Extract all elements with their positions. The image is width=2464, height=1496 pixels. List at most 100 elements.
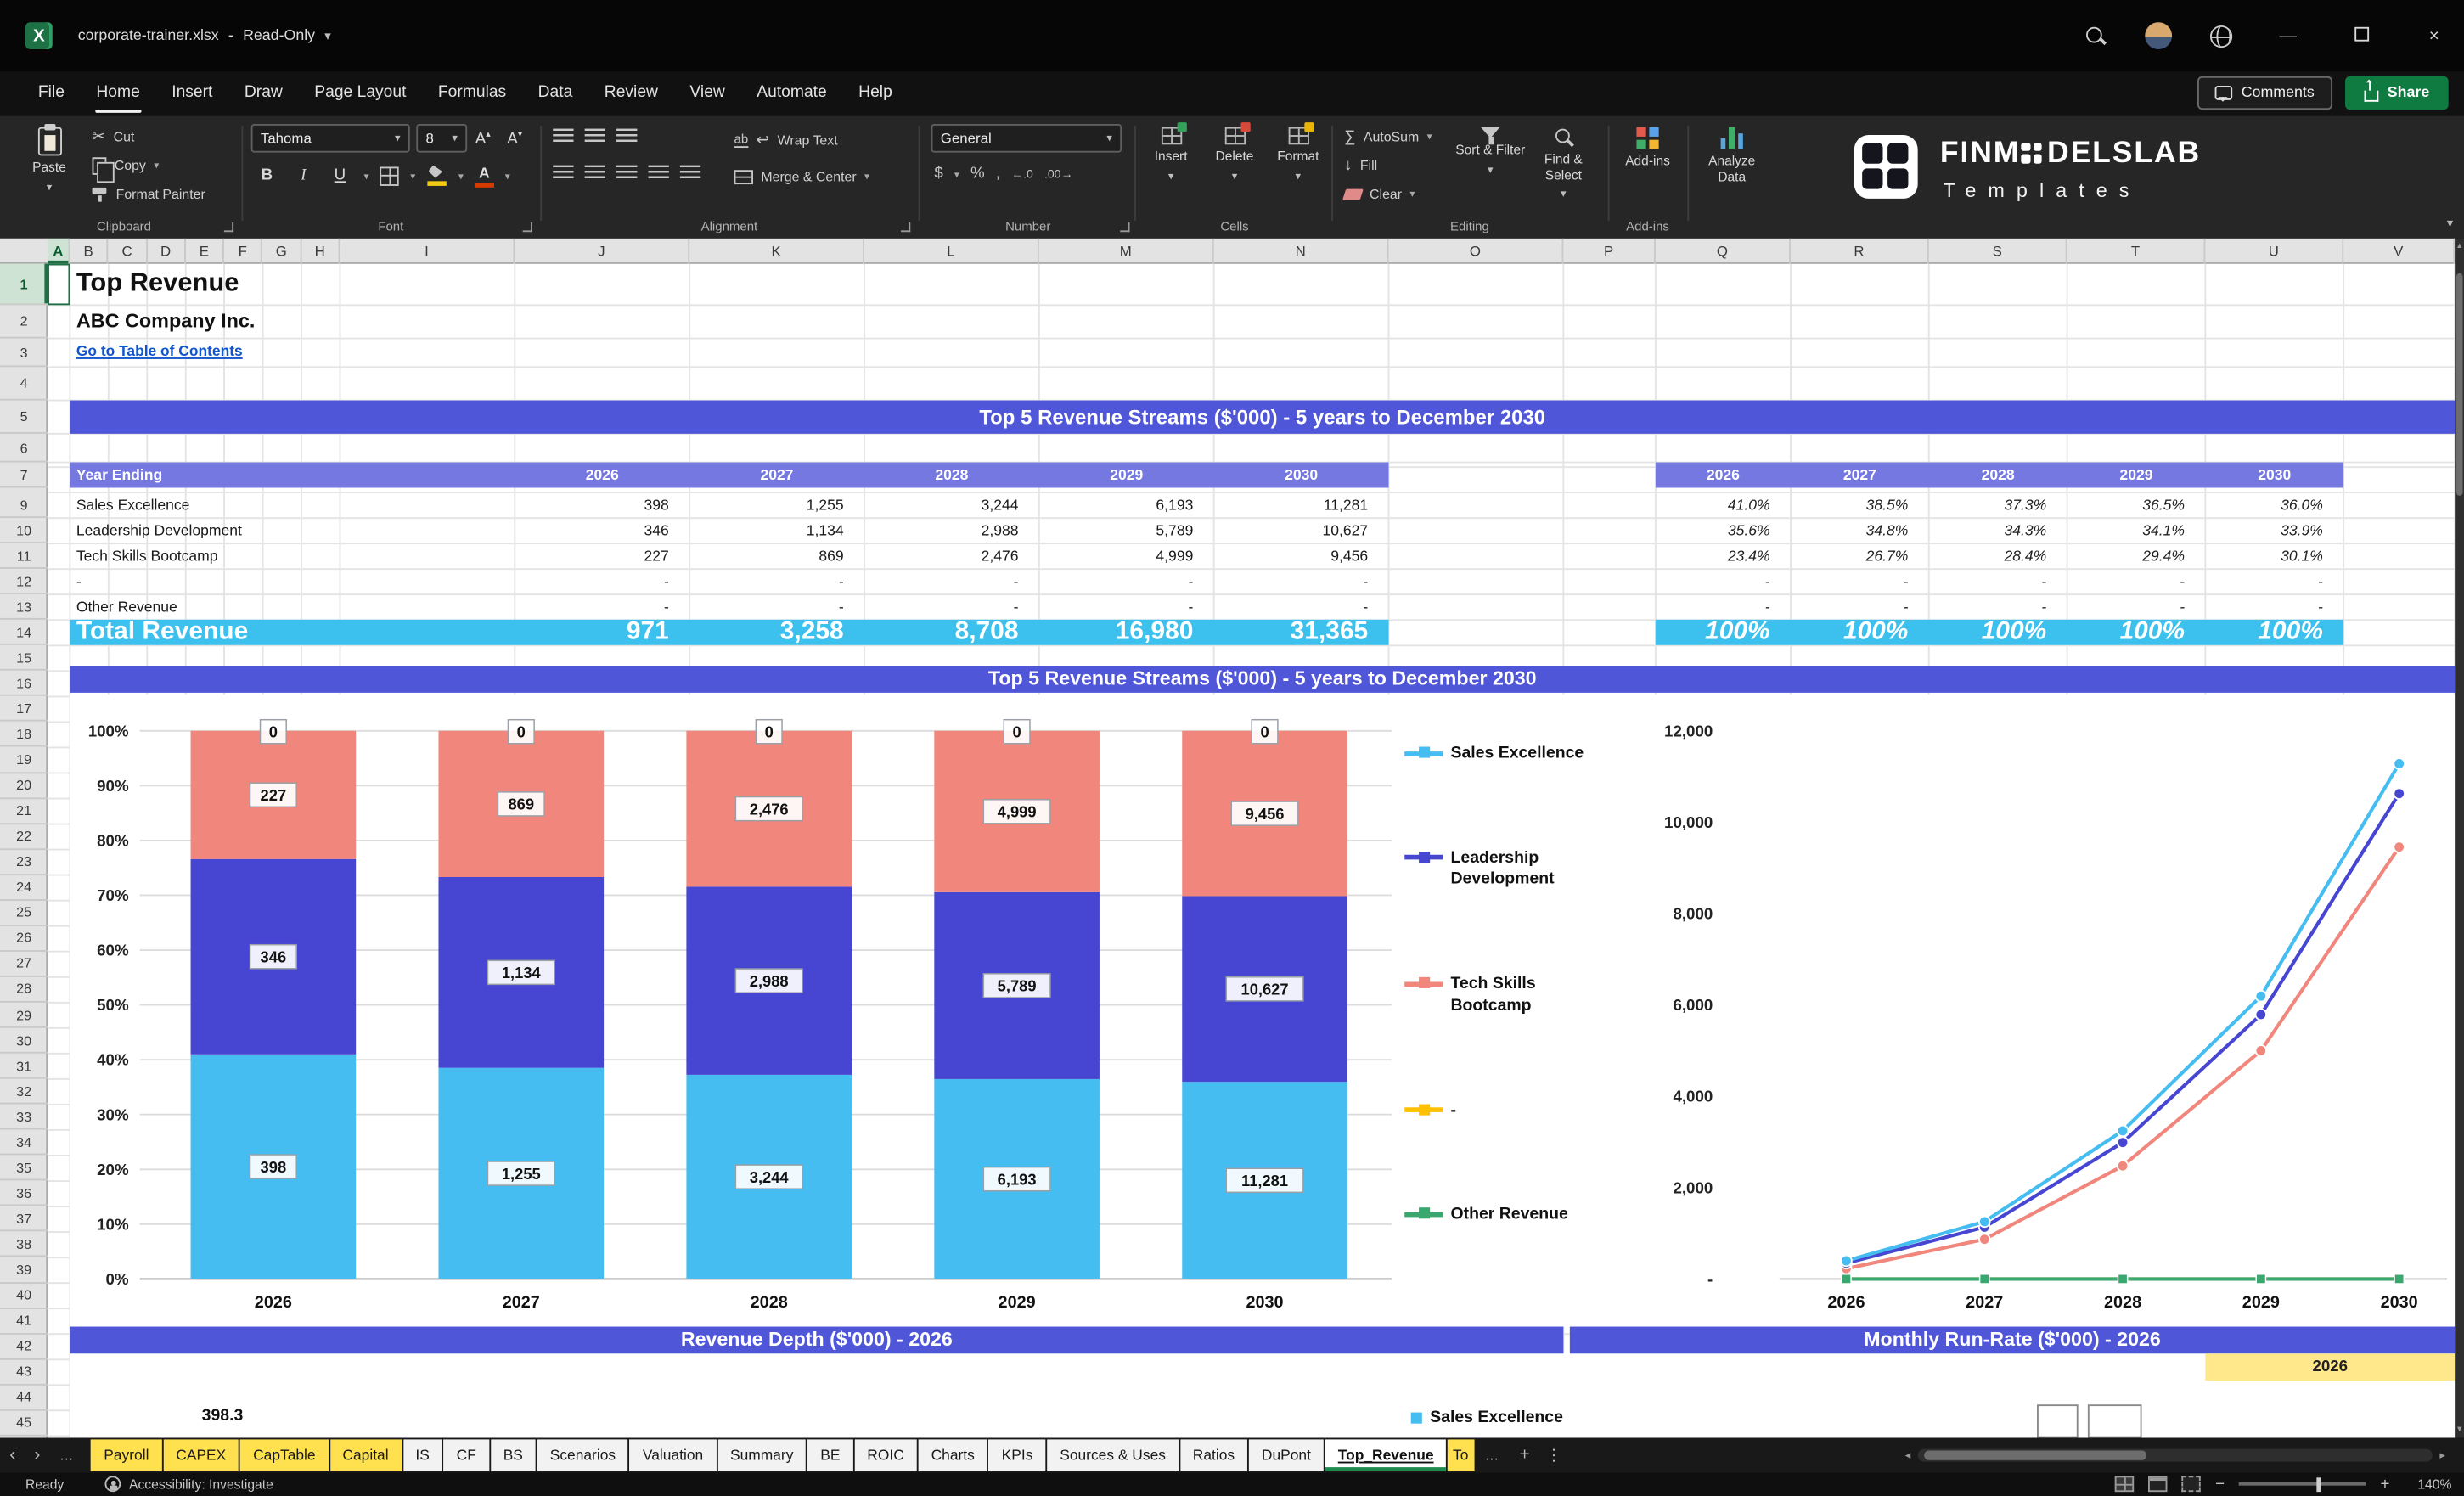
total-pct-cell[interactable]: 100% [1791,619,1929,645]
zoom-in-button[interactable]: + [2380,1476,2389,1493]
spreadsheet[interactable]: ABCDEFGHIJKLMNOPQRSTUV 1 2 3 4 5 6 7 9 10 11 12 13 1… [0,238,2464,1438]
row-header-31[interactable]: 31 [0,1054,48,1079]
sheet-tab[interactable]: CapTable [240,1439,329,1471]
value-cell[interactable]: 10,627 [1214,518,1389,543]
row-header-35[interactable]: 35 [0,1156,48,1182]
row-label-cell[interactable]: Other Revenue [76,594,177,620]
value-cell[interactable]: 5,789 [1039,518,1214,543]
column-header-N[interactable]: N [1214,238,1389,264]
hscroll-thumb[interactable] [1923,1450,2146,1460]
total-pct-cell[interactable]: 100% [1929,619,2067,645]
horizontal-scrollbar[interactable]: ◂ ▸ [1905,1438,2445,1473]
pct-cell[interactable]: 26.7% [1791,543,1929,569]
zoom-slider[interactable] [2238,1477,2366,1492]
pct-cell[interactable]: - [1791,594,1929,620]
pct-cell[interactable]: - [2205,594,2343,620]
pct-cell[interactable]: 28.4% [1929,543,2067,569]
column-header-M[interactable]: M [1039,238,1214,264]
pct-cell[interactable]: 30.1% [2205,543,2343,569]
value-cell[interactable]: - [864,569,1039,594]
total-value-cell[interactable]: 3,258 [689,619,864,645]
pct-cell[interactable]: - [1929,569,2067,594]
row-header-25[interactable]: 25 [0,901,48,926]
year-highlight-cell[interactable]: 2026 [2205,1353,2456,1381]
value-cell[interactable]: - [689,569,864,594]
menu-tab[interactable]: View [674,71,741,115]
borders-icon[interactable] [380,166,400,186]
year-header[interactable]: 2029 [1039,463,1214,488]
year-header-pct[interactable]: 2027 [1791,463,1929,488]
value-cell[interactable]: 869 [689,543,864,569]
user-avatar[interactable] [2145,22,2173,50]
normal-view-icon[interactable] [2115,1476,2135,1493]
sort-filter-button[interactable]: Sort & Filter ▾ [1455,121,1525,216]
accounting-format-icon[interactable]: $ [934,166,942,183]
column-header-A[interactable]: A [48,238,70,264]
decrease-decimal-icon[interactable]: .00→ [1044,166,1073,181]
decrease-indent-icon[interactable] [648,165,669,182]
column-header-J[interactable]: J [515,238,690,264]
row-header-38[interactable]: 38 [0,1232,48,1258]
row-header-33[interactable]: 33 [0,1105,48,1130]
row-header-40[interactable]: 40 [0,1283,48,1309]
total-value-cell[interactable]: 16,980 [1039,619,1214,645]
vertical-scrollbar[interactable]: ▲ ▼ [2455,238,2464,1438]
total-value-cell[interactable]: 971 [515,619,689,645]
row-header-41[interactable]: 41 [0,1308,48,1335]
format-cells-button[interactable]: Format ▾ [1268,121,1328,216]
bold-button[interactable]: B [254,166,279,184]
accessibility-status[interactable]: Accessibility: Investigate [104,1476,273,1493]
total-label-cell[interactable]: Total Revenue [76,619,248,645]
scroll-left-icon[interactable]: ◂ [1905,1449,1911,1461]
pct-cell[interactable]: - [1791,569,1929,594]
value-cell[interactable]: - [689,594,864,620]
value-cell[interactable]: - [864,594,1039,620]
total-value-cell[interactable]: 8,708 [864,619,1039,645]
pct-cell[interactable]: - [1656,569,1791,594]
paste-button[interactable]: Paste ▾ [16,121,83,216]
menu-tab[interactable]: Automate [741,71,843,115]
minimize-button[interactable]: — [2270,26,2305,45]
tab-options-icon[interactable]: … [1548,1437,1567,1474]
row-header-1[interactable]: 1 [0,263,48,306]
analyze-data-button[interactable]: Analyze Data [1694,121,1770,216]
sheet-tab[interactable]: Charts [918,1439,987,1471]
sheet-tab[interactable]: BE [807,1439,853,1471]
insert-cells-button[interactable]: Insert ▾ [1141,121,1201,216]
row-header-22[interactable]: 22 [0,824,48,850]
sheet-tab[interactable]: IS [402,1439,442,1471]
decrease-font-size-icon[interactable]: A▾ [502,129,527,148]
zoom-slider-thumb[interactable] [2316,1477,2322,1492]
column-header-K[interactable]: K [689,238,864,264]
align-bottom-icon[interactable] [616,128,638,145]
clipboard-dialog-launcher-icon[interactable] [223,222,234,233]
year-header-pct[interactable]: 2030 [2205,463,2343,488]
zoom-level[interactable]: 140% [2404,1476,2451,1493]
percent-format-icon[interactable]: % [970,166,985,183]
pct-cell[interactable]: 36.0% [2205,492,2343,518]
sheet-tab[interactable]: Summary [717,1439,807,1471]
menu-tab[interactable]: Formulas [422,71,522,115]
font-name-select[interactable]: Tahoma ▾ [250,123,410,153]
column-header-G[interactable]: G [262,238,301,264]
value-cell[interactable]: 1,134 [689,518,864,543]
total-pct-cell[interactable]: 100% [1656,619,1791,645]
excel-app-icon[interactable]: X [25,22,53,50]
collapse-ribbon-icon[interactable]: ▾ [2447,216,2454,230]
year-header-pct[interactable]: 2029 [2067,463,2206,488]
row-header-28[interactable]: 28 [0,977,48,1003]
pct-cell[interactable]: - [2067,594,2206,620]
menu-tab[interactable]: Home [81,71,156,115]
year-ending-header[interactable]: Year Ending [76,463,162,488]
row-header-29[interactable]: 29 [0,1003,48,1028]
find-select-button[interactable]: Find & Select ▾ [1528,121,1598,216]
align-middle-icon[interactable] [584,128,605,145]
maximize-button[interactable] [2343,25,2378,45]
value-cell[interactable]: 11,281 [1214,492,1389,518]
column-header-L[interactable]: L [864,238,1039,264]
font-dialog-launcher-icon[interactable] [522,222,532,233]
sheet-tab[interactable]: CF [443,1439,489,1471]
row-header-27[interactable]: 27 [0,952,48,977]
increase-decimal-icon[interactable]: ←.0 [1011,166,1033,181]
increase-font-size-icon[interactable]: A▴ [470,129,496,148]
